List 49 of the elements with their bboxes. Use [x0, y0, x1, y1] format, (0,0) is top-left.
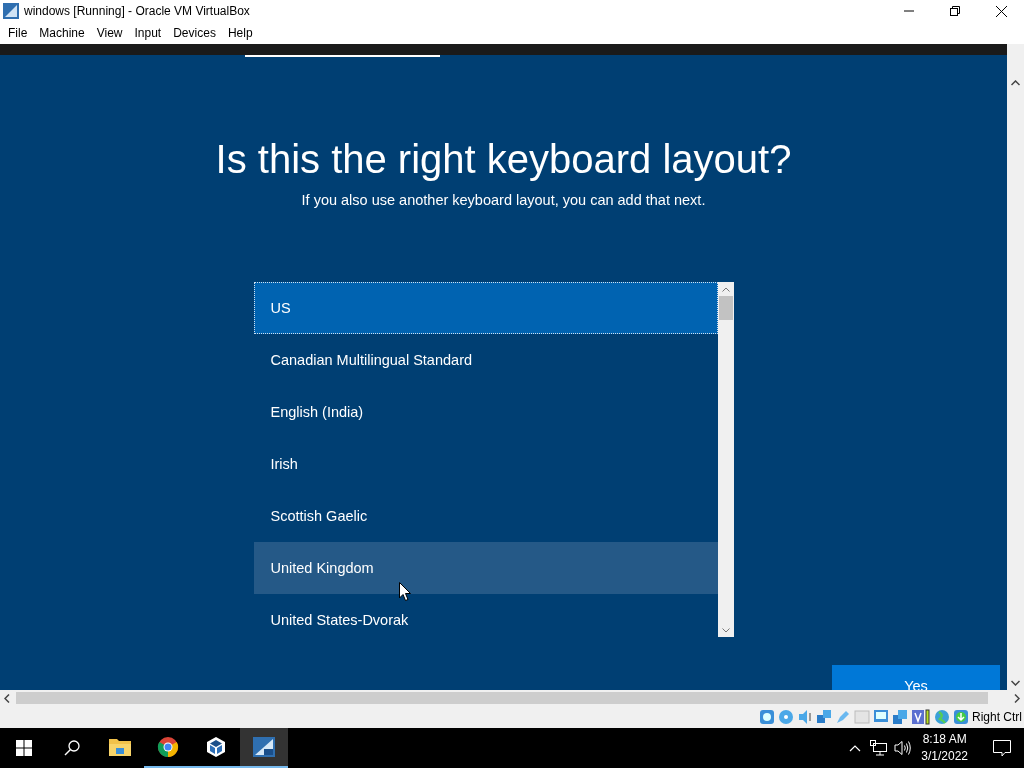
windows-logo-icon — [16, 740, 32, 756]
menu-item[interactable]: Help — [221, 24, 259, 42]
taskbar-app-button[interactable] — [240, 728, 288, 768]
scroll-down-icon[interactable] — [1011, 680, 1020, 686]
window-title: windows [Running] - Oracle VM VirtualBox — [24, 4, 251, 18]
scroll-down-icon[interactable] — [721, 627, 730, 633]
message-icon — [993, 739, 1011, 757]
menu-item[interactable]: Machine — [33, 24, 91, 42]
restore-icon — [950, 6, 960, 16]
horizontal-scrollbar[interactable] — [0, 690, 1024, 706]
virtualbox-icon — [3, 3, 19, 19]
vertical-scrollbar[interactable] — [1007, 44, 1024, 690]
subheading: If you also use another keyboard layout, you can add that next. — [301, 192, 706, 208]
heading: Is this the right keyboard layout? — [215, 137, 792, 182]
menu-item[interactable]: File — [2, 24, 34, 42]
speaker-icon — [894, 740, 913, 756]
virtual-machine-icon — [252, 736, 276, 758]
network-icon — [870, 740, 889, 756]
menu-item[interactable]: Input — [128, 24, 168, 42]
download-icon[interactable] — [953, 709, 969, 725]
optical-disc-icon[interactable] — [778, 709, 794, 725]
host-key-label: Right Ctrl — [972, 710, 1022, 724]
menu-item[interactable]: Devices — [167, 24, 222, 42]
mouse-cursor-icon — [399, 582, 411, 601]
scroll-up-icon[interactable] — [1011, 80, 1020, 86]
scroll-left-icon[interactable] — [4, 693, 10, 703]
layout-option[interactable]: United States-Dvorak — [253, 594, 718, 637]
globe-icon[interactable] — [934, 709, 950, 725]
scroll-up-icon[interactable] — [721, 286, 730, 292]
clock-button[interactable]: 8:18 AM 3/1/2022 — [915, 728, 974, 768]
scroll-thumb[interactable] — [718, 296, 733, 320]
layout-option[interactable]: Irish — [253, 438, 718, 490]
folder-icon — [109, 737, 131, 757]
close-icon — [995, 5, 1007, 17]
menu-item[interactable]: View — [90, 24, 129, 42]
chevron-up-icon — [849, 744, 862, 752]
layout-option[interactable]: US — [253, 282, 718, 334]
layout-option[interactable]: United Kingdom — [253, 542, 718, 594]
scroll-right-icon[interactable] — [1014, 693, 1020, 703]
network-icon[interactable] — [816, 709, 832, 725]
list-scrollbar[interactable] — [717, 282, 734, 637]
layout-option[interactable]: Scottish Gaelic — [253, 490, 718, 542]
display-icon[interactable] — [873, 709, 889, 725]
layout-option[interactable]: Canadian Multilingual Standard — [253, 334, 718, 386]
layout-option[interactable]: English (India) — [253, 386, 718, 438]
search-icon — [64, 740, 80, 756]
cube-icon — [205, 736, 227, 758]
audio-icon[interactable] — [797, 709, 813, 725]
chrome-icon — [157, 736, 179, 758]
